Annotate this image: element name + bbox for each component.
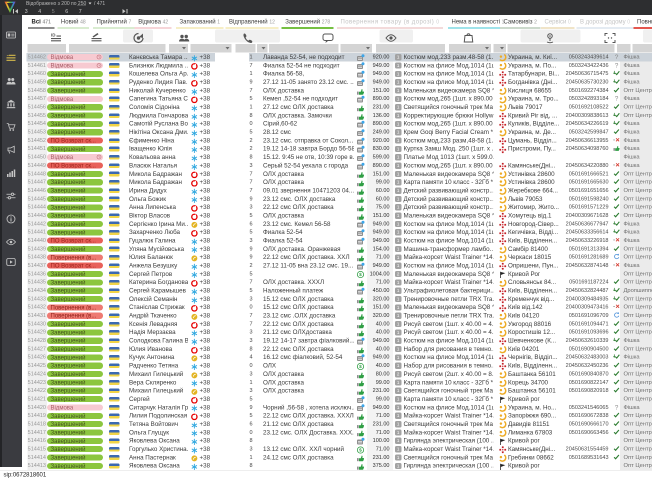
svg-text:ID: ID	[51, 33, 56, 38]
